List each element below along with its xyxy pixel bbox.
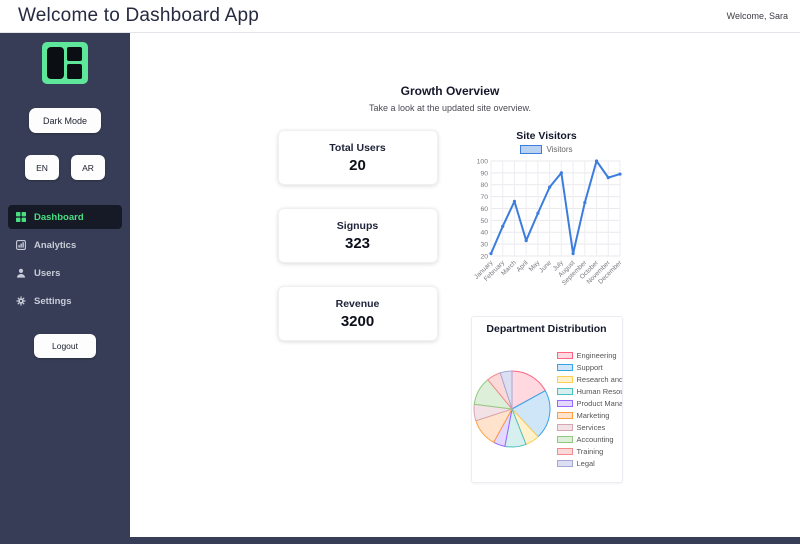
legend-swatch xyxy=(556,411,573,419)
svg-text:June: June xyxy=(538,259,553,274)
pie-legend-item[interactable]: Marketing xyxy=(556,409,622,421)
sidebar-item-dashboard[interactable]: Dashboard xyxy=(8,205,122,229)
sidebar-nav: Dashboard Analytics Users Settings xyxy=(0,205,130,317)
main-content: Growth Overview Take a look at the updat… xyxy=(130,33,770,537)
stats-column: Total Users 20 Signups 323 Revenue 3200 xyxy=(277,130,438,364)
legend-swatch xyxy=(556,435,573,443)
dark-mode-button[interactable]: Dark Mode xyxy=(29,108,101,133)
sidebar-item-label: Dashboard xyxy=(34,211,84,223)
page-title: Welcome to Dashboard App xyxy=(18,5,260,26)
dashboard-content-row: Total Users 20 Signups 323 Revenue 3200 … xyxy=(130,130,770,483)
pie-legend-item[interactable]: Training xyxy=(556,445,622,457)
legend-label: Legal xyxy=(576,458,595,468)
svg-text:40: 40 xyxy=(480,230,488,237)
stat-label: Signups xyxy=(336,219,379,232)
sidebar-item-label: Settings xyxy=(34,295,72,307)
svg-text:April: April xyxy=(515,259,530,274)
legend-label: Accounting xyxy=(576,434,614,444)
pie-legend-item[interactable]: Human Resources xyxy=(556,385,622,397)
growth-overview-subtitle: Take a look at the updated site overview… xyxy=(368,103,532,113)
legend-label: Engineering xyxy=(576,350,617,360)
svg-text:60: 60 xyxy=(480,206,488,213)
legend-swatch xyxy=(556,375,573,383)
sidebar-item-users[interactable]: Users xyxy=(8,261,122,285)
stat-value: 3200 xyxy=(340,312,375,330)
svg-text:100: 100 xyxy=(476,158,488,165)
footer-bar xyxy=(0,537,800,544)
user-greeting: Welcome, Sara xyxy=(726,11,788,21)
legend-swatch xyxy=(556,351,573,359)
line-chart-section: Site Visitors Visitors 20 30 40 50 60 70 80 90 1… xyxy=(471,130,623,304)
legend-swatch xyxy=(556,399,573,407)
legend-label: Human Resources xyxy=(576,386,622,396)
legend-label: Marketing xyxy=(576,410,610,420)
pie-legend-item[interactable]: Services xyxy=(556,421,622,433)
stat-label: Total Users xyxy=(329,141,386,154)
svg-text:80: 80 xyxy=(480,182,488,189)
sidebar: Dark Mode EN AR Dashboard Analytics User… xyxy=(0,33,130,537)
legend-swatch xyxy=(556,459,573,467)
pie-chart-title: Department Distribution xyxy=(486,323,607,335)
legend-swatch xyxy=(556,423,573,431)
gear-icon xyxy=(16,296,26,306)
pie-chart xyxy=(473,370,550,448)
stat-card-signups: Signups 323 xyxy=(277,208,438,263)
lang-ar-button[interactable]: AR xyxy=(71,155,105,180)
app-header: Welcome to Dashboard App Welcome, Sara xyxy=(0,0,800,33)
user-icon xyxy=(16,268,26,278)
sidebar-item-analytics[interactable]: Analytics xyxy=(8,233,122,257)
stat-value: 323 xyxy=(344,234,371,252)
legend-label: Visitors xyxy=(546,145,573,154)
legend-swatch xyxy=(556,363,573,371)
lang-en-button[interactable]: EN xyxy=(25,155,59,180)
stat-value: 20 xyxy=(349,156,366,174)
legend-label: Training xyxy=(576,446,604,456)
sidebar-item-settings[interactable]: Settings xyxy=(8,289,122,313)
legend-swatch xyxy=(556,387,573,395)
app-logo-icon xyxy=(42,42,88,84)
stat-card-total-users: Total Users 20 xyxy=(277,130,438,185)
legend-label: Product Management xyxy=(576,398,622,408)
pie-legend-item[interactable]: Research and Development xyxy=(556,373,623,385)
line-chart: 2030405060708090100JanuaryFebruaryMarchA… xyxy=(473,158,623,286)
svg-text:20: 20 xyxy=(480,253,488,260)
pie-legend-item[interactable]: Accounting xyxy=(556,433,622,445)
sidebar-item-label: Users xyxy=(34,267,61,279)
pie-legend-item[interactable]: Support xyxy=(556,361,622,373)
bar-chart-icon xyxy=(16,240,26,250)
legend-label: Research and Development xyxy=(576,374,623,384)
grid-icon xyxy=(16,212,26,222)
svg-text:90: 90 xyxy=(480,170,488,177)
language-switcher: EN AR xyxy=(25,155,105,180)
growth-overview-heading: Growth Overview xyxy=(400,84,500,98)
sidebar-item-label: Analytics xyxy=(34,239,77,251)
pie-legend-item[interactable]: Engineering xyxy=(556,349,622,361)
svg-text:70: 70 xyxy=(480,194,488,201)
svg-text:30: 30 xyxy=(480,242,488,249)
charts-column: Site Visitors Visitors 20 30 40 50 60 70 80 90 1… xyxy=(470,130,623,483)
stat-label: Revenue xyxy=(335,297,380,310)
pie-chart-card: Department Distribution Engineering Suppo… xyxy=(470,316,623,483)
pie-legend: Engineering Support Research and Developme… xyxy=(556,349,623,469)
legend-swatch xyxy=(556,447,573,455)
legend-label: Services xyxy=(576,422,606,432)
pie-legend-item[interactable]: Legal xyxy=(556,457,622,469)
stat-card-revenue: Revenue 3200 xyxy=(277,286,438,341)
line-chart-title: Site Visitors xyxy=(516,130,577,142)
pie-chart-body: Engineering Support Research and Developme… xyxy=(472,335,623,482)
svg-text:50: 50 xyxy=(480,218,488,225)
legend-label: Support xyxy=(576,362,603,372)
line-chart-legend[interactable]: Visitors xyxy=(471,145,623,154)
logout-button[interactable]: Logout xyxy=(34,334,96,358)
legend-swatch xyxy=(520,145,543,154)
pie-legend-item[interactable]: Product Management xyxy=(556,397,622,409)
